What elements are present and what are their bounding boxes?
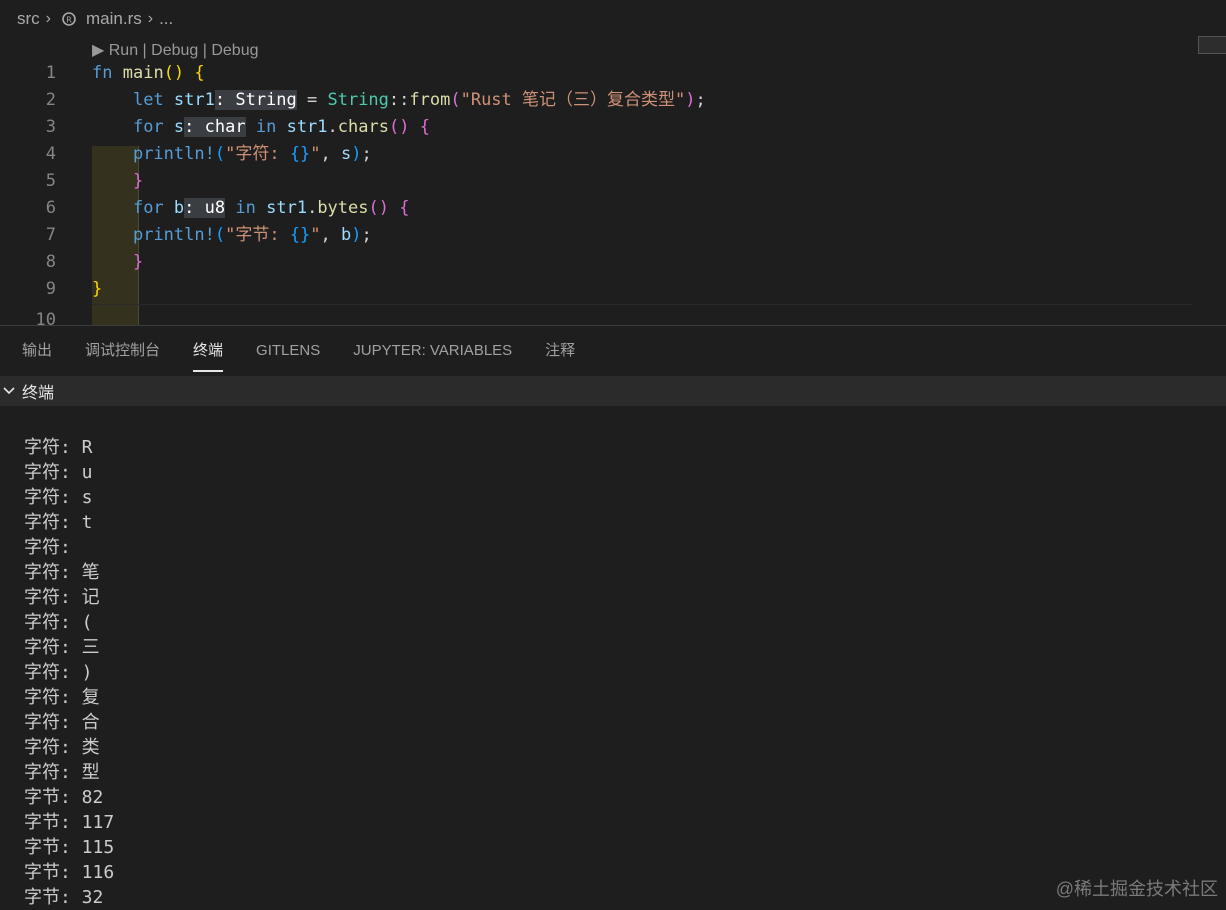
- line-number: 8: [45, 252, 56, 272]
- tab-comments[interactable]: 注释: [545, 326, 575, 376]
- terminal-line: 字符: 复: [24, 687, 100, 708]
- tab-output[interactable]: 输出: [22, 326, 52, 376]
- line-number: 6: [45, 198, 56, 218]
- breadcrumb-more[interactable]: ...: [159, 9, 173, 29]
- terminal-line: 字符: 型: [24, 762, 100, 783]
- terminal-line: 字符: u: [24, 462, 93, 483]
- breadcrumb-folder[interactable]: src: [17, 9, 40, 29]
- code-line: 1 fn main() {: [0, 60, 1226, 87]
- terminal-line: 字符: 合: [24, 712, 100, 733]
- code-text: for b: u8 in str1.bytes() {: [132, 198, 410, 218]
- line-number: 1: [45, 63, 56, 83]
- code-line: 6 for b: u8 in str1.bytes() {: [0, 195, 1226, 222]
- breadcrumb: src › R main.rs › ...: [0, 0, 1226, 38]
- minimap[interactable]: [1198, 36, 1226, 54]
- terminal-line: 字符:: [24, 537, 93, 558]
- tab-jupyter-variables[interactable]: JUPYTER: VARIABLES: [353, 326, 512, 376]
- tab-gitlens[interactable]: GITLENS: [256, 326, 320, 376]
- code-line: 4 println!("字符: {}", s);: [0, 141, 1226, 168]
- terminal-line: 字符: 记: [24, 587, 100, 608]
- terminal-line: 字节: 32: [24, 887, 104, 908]
- code-text: println!("字节: {}", b);: [132, 225, 372, 245]
- code-line: 3 for s: char in str1.chars() {: [0, 114, 1226, 141]
- chevron-down-icon: [3, 387, 15, 395]
- tab-debug-console[interactable]: 调试控制台: [85, 326, 160, 376]
- terminal-line: 字节: 117: [24, 812, 115, 833]
- terminal-line: 字符: 三: [24, 637, 100, 658]
- code-text: fn main() {: [92, 63, 205, 83]
- code-line: 8 }: [0, 249, 1226, 276]
- chevron-right-icon: ›: [147, 10, 154, 27]
- svg-text:R: R: [66, 16, 72, 25]
- current-line-highlight: [92, 304, 1192, 305]
- code-text: }: [92, 279, 103, 299]
- code-text: let str1: String = String::from("Rust 笔记…: [132, 90, 706, 110]
- tab-terminal[interactable]: 终端: [193, 326, 224, 376]
- code-line: 2 let str1: String = String::from("Rust …: [0, 87, 1226, 114]
- terminal-line: 字节: 82: [24, 787, 104, 808]
- breadcrumb-file[interactable]: main.rs: [86, 9, 142, 29]
- code-line: 9 }: [0, 276, 1226, 303]
- terminal-line: 字符: 类: [24, 737, 100, 758]
- terminal-line: 字符: t: [24, 512, 93, 533]
- line-number: 9: [45, 279, 56, 299]
- line-number: 2: [45, 90, 56, 110]
- watermark: @稀土掘金技术社区: [1055, 879, 1218, 899]
- codelens-run-debug[interactable]: ▶ Run | Debug | Debug: [92, 40, 259, 60]
- code-text: }: [132, 171, 144, 191]
- code-editor[interactable]: 1 fn main() { 2 let str1: String = Strin…: [0, 60, 1226, 325]
- code-text: for s: char in str1.chars() {: [132, 117, 430, 137]
- terminal-output[interactable]: 字符: R 字符: u 字符: s 字符: t 字符: 字符: 笔字符: 记字符: ( 字…: [24, 435, 114, 910]
- terminal-line: 字符: R: [24, 437, 93, 458]
- line-number: 4: [45, 144, 56, 164]
- line-number: 10: [35, 310, 56, 325]
- line-number: 3: [45, 117, 56, 137]
- code-text: println!("字符: {}", s);: [132, 144, 372, 164]
- terminal-line: 字符: ): [24, 662, 93, 683]
- line-number: 5: [45, 171, 56, 191]
- rust-file-icon: R: [62, 12, 76, 26]
- code-line: 10: [0, 307, 1226, 325]
- line-number: 7: [45, 225, 56, 245]
- terminal-line: 字节: 116: [24, 862, 115, 883]
- code-text: }: [132, 252, 144, 272]
- chevron-right-icon: ›: [45, 10, 51, 27]
- code-line: 5 }: [0, 168, 1226, 195]
- panel-tab-bar: 输出 调试控制台 终端 GITLENS JUPYTER: VARIABLES 注…: [0, 325, 1226, 376]
- terminal-section-title: 终端: [22, 385, 55, 402]
- terminal-line: 字符: (: [24, 612, 93, 633]
- terminal-line: 字符: s: [24, 487, 93, 508]
- terminal-section-header[interactable]: 终端: [0, 376, 1226, 406]
- terminal-line: 字符: 笔: [24, 562, 100, 583]
- terminal-line: 字节: 115: [24, 837, 115, 858]
- code-line: 7 println!("字节: {}", b);: [0, 222, 1226, 249]
